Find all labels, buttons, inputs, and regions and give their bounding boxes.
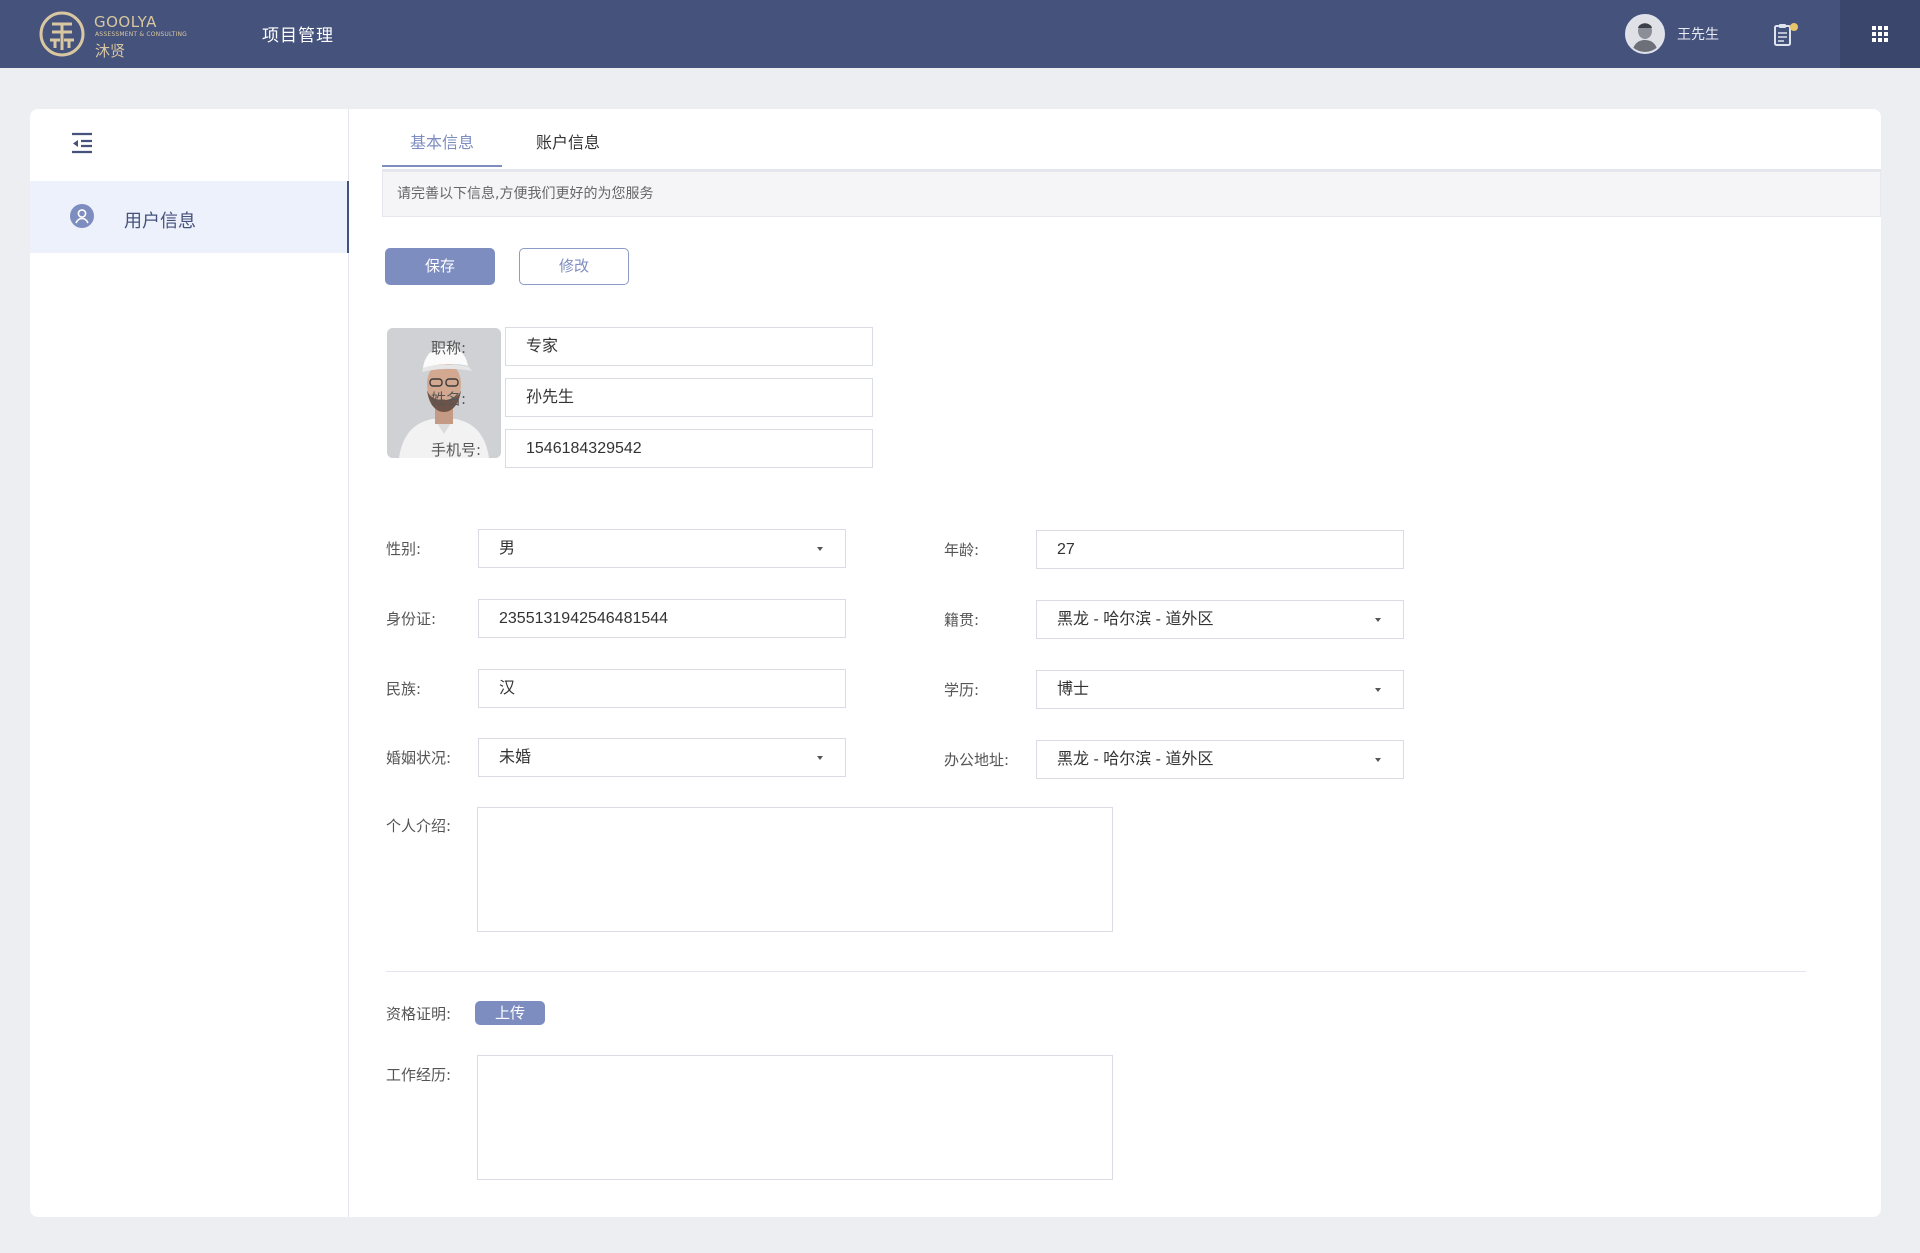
certificate-label: 资格证明: bbox=[386, 1005, 452, 1023]
user-icon bbox=[70, 204, 94, 228]
intro-textarea[interactable] bbox=[477, 807, 1113, 932]
office-address-select[interactable]: 黑龙 - 哈尔滨 - 道外区 bbox=[1036, 740, 1404, 779]
gender-label: 性别: bbox=[386, 540, 422, 558]
id-card-field[interactable]: 2355131942546481544 bbox=[478, 599, 846, 638]
name-label: 姓名: bbox=[431, 390, 467, 408]
intro-label: 个人介绍: bbox=[386, 817, 452, 835]
title-field[interactable]: 专家 bbox=[505, 327, 873, 366]
id-card-label: 身份证: bbox=[386, 610, 437, 628]
save-button[interactable]: 保存 bbox=[385, 248, 495, 285]
edit-button[interactable]: 修改 bbox=[519, 248, 629, 285]
content-card: 用户信息 基本信息 账户信息 请完善以下信息,方便我们更好的为您服务 保存 修改… bbox=[30, 109, 1881, 1217]
education-label: 学历: bbox=[944, 681, 980, 699]
apps-menu-button[interactable] bbox=[1840, 0, 1920, 68]
user-name[interactable]: 王先生 bbox=[1677, 24, 1719, 44]
caret-down-icon bbox=[817, 547, 823, 551]
tab-bar: 基本信息 账户信息 bbox=[382, 109, 1881, 171]
age-label: 年龄: bbox=[944, 541, 980, 559]
native-place-label: 籍贯: bbox=[944, 611, 980, 629]
phone-label: 手机号: bbox=[431, 441, 482, 459]
education-select[interactable]: 博士 bbox=[1036, 670, 1404, 709]
caret-down-icon bbox=[1375, 618, 1381, 622]
app-title[interactable]: 项目管理 bbox=[262, 21, 334, 46]
work-experience-textarea[interactable] bbox=[477, 1055, 1113, 1180]
office-address-value: 黑龙 - 哈尔滨 - 道外区 bbox=[1057, 751, 1214, 768]
menu-collapse-icon[interactable] bbox=[70, 131, 94, 155]
work-experience-label: 工作经历: bbox=[386, 1066, 452, 1084]
marital-value: 未婚 bbox=[499, 749, 532, 766]
sidebar: 用户信息 bbox=[30, 109, 349, 1217]
office-address-label: 办公地址: bbox=[944, 751, 1010, 769]
education-value: 博士 bbox=[1057, 681, 1090, 698]
grid-icon bbox=[1872, 26, 1888, 42]
top-bar: GOOLYA ASSESSMENT & CONSULTING 沐贤 项目管理 王… bbox=[0, 0, 1920, 68]
info-tip: 请完善以下信息,方便我们更好的为您服务 bbox=[382, 171, 1881, 217]
tab-account-info[interactable]: 账户信息 bbox=[508, 129, 628, 167]
marital-label: 婚姻状况: bbox=[386, 749, 452, 767]
ethnic-label: 民族: bbox=[386, 680, 422, 698]
logo[interactable]: GOOLYA ASSESSMENT & CONSULTING 沐贤 bbox=[38, 10, 198, 60]
native-place-value: 黑龙 - 哈尔滨 - 道外区 bbox=[1057, 611, 1214, 628]
logo-mark-icon bbox=[39, 11, 85, 57]
upload-button[interactable]: 上传 bbox=[475, 1001, 545, 1025]
logo-text-en: GOOLYA bbox=[94, 13, 157, 31]
logo-text-cn: 沐贤 bbox=[95, 42, 126, 60]
sidebar-item-user-info[interactable]: 用户信息 bbox=[30, 181, 349, 253]
caret-down-icon bbox=[1375, 688, 1381, 692]
sidebar-item-label: 用户信息 bbox=[124, 211, 196, 232]
avatar-portrait-icon bbox=[1627, 16, 1663, 52]
user-avatar[interactable] bbox=[1625, 14, 1665, 54]
caret-down-icon bbox=[817, 756, 823, 760]
phone-field[interactable]: 1546184329542 bbox=[505, 429, 873, 468]
ethnic-field[interactable]: 汉 bbox=[478, 669, 846, 708]
native-place-select[interactable]: 黑龙 - 哈尔滨 - 道外区 bbox=[1036, 600, 1404, 639]
clipboard-icon[interactable] bbox=[1772, 22, 1800, 48]
caret-down-icon bbox=[1375, 758, 1381, 762]
tab-basic-info[interactable]: 基本信息 bbox=[382, 129, 502, 167]
gender-select[interactable]: 男 bbox=[478, 529, 846, 568]
marital-select[interactable]: 未婚 bbox=[478, 738, 846, 777]
age-field[interactable]: 27 bbox=[1036, 530, 1404, 569]
gender-value: 男 bbox=[499, 540, 516, 557]
section-divider bbox=[386, 971, 1806, 972]
title-label: 职称: bbox=[431, 339, 467, 357]
logo-text-sub: ASSESSMENT & CONSULTING bbox=[95, 31, 188, 38]
name-field[interactable]: 孙先生 bbox=[505, 378, 873, 417]
